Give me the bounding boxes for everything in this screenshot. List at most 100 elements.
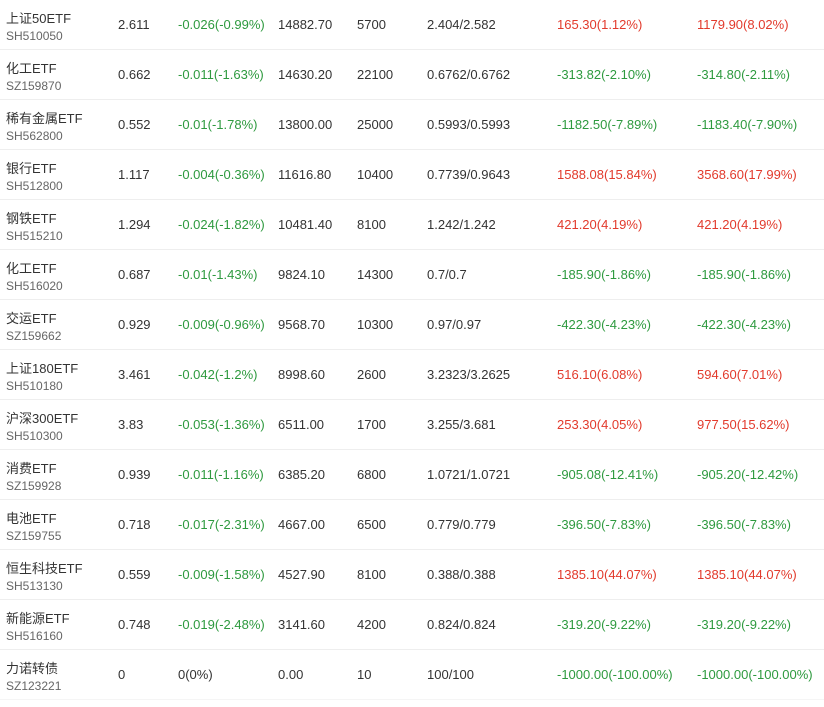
security-cell[interactable]: 钢铁ETF SH515210 — [0, 200, 110, 249]
security-code: SH513130 — [6, 579, 63, 593]
holding-row[interactable]: 银行ETF SH512800 1.117 -0.004(-0.36%) 1161… — [0, 150, 824, 200]
security-cell[interactable]: 沪深300ETF SH510300 — [0, 400, 110, 449]
total-profit-loss: 594.60(7.01%) — [697, 367, 783, 382]
market-value: 10481.40 — [278, 217, 333, 232]
price-change: -0.011(-1.16%) — [178, 467, 264, 482]
cost-price: 1.242/1.242 — [427, 217, 496, 232]
position-quantity: 4200 — [357, 617, 386, 632]
current-price: 0.718 — [118, 517, 151, 532]
total-profit-loss: 977.50(15.62%) — [697, 417, 790, 432]
security-cell[interactable]: 银行ETF SH512800 — [0, 150, 110, 199]
security-cell[interactable]: 新能源ETF SH516160 — [0, 600, 110, 649]
security-cell[interactable]: 化工ETF SZ159870 — [0, 50, 110, 99]
total-profit-loss: -396.50(-7.83%) — [697, 517, 791, 532]
cost-price: 1.0721/1.0721 — [427, 467, 511, 482]
security-name[interactable]: 电池ETF — [6, 508, 57, 527]
holding-row[interactable]: 上证180ETF SH510180 3.461 -0.042(-1.2%) 89… — [0, 350, 824, 400]
security-cell[interactable]: 交运ETF SZ159662 — [0, 300, 110, 349]
holding-row[interactable]: 化工ETF SZ159870 0.662 -0.011(-1.63%) 1463… — [0, 50, 824, 100]
market-value: 14630.20 — [278, 67, 333, 82]
holding-profit-loss: 516.10(6.08%) — [557, 367, 643, 382]
holding-profit-loss: -1182.50(-7.89%) — [557, 117, 658, 132]
holding-row[interactable]: 新能源ETF SH516160 0.748 -0.019(-2.48%) 314… — [0, 600, 824, 650]
total-profit-loss: 3568.60(17.99%) — [697, 167, 797, 182]
holding-row[interactable]: 力诺转债 SZ123221 0 0(0%) 0.00 10 100/100 -1… — [0, 650, 824, 700]
cost-price: 0.5993/0.5993 — [427, 117, 511, 132]
holding-profit-loss: 1385.10(44.07%) — [557, 567, 657, 582]
security-code: SZ159928 — [6, 479, 62, 493]
current-price: 0.662 — [118, 67, 151, 82]
market-value: 13800.00 — [278, 117, 333, 132]
security-code: SZ123221 — [6, 679, 62, 693]
security-name[interactable]: 上证50ETF — [6, 8, 71, 27]
cost-price: 0.6762/0.6762 — [427, 67, 511, 82]
position-quantity: 8100 — [357, 567, 386, 582]
security-code: SH562800 — [6, 129, 63, 143]
position-quantity: 8100 — [357, 217, 386, 232]
current-price: 1.294 — [118, 217, 151, 232]
price-change: -0.009(-0.96%) — [178, 317, 265, 332]
cost-price: 0.779/0.779 — [427, 517, 496, 532]
position-quantity: 6500 — [357, 517, 386, 532]
security-cell[interactable]: 化工ETF SH516020 — [0, 250, 110, 299]
holding-row[interactable]: 化工ETF SH516020 0.687 -0.01(-1.43%) 9824.… — [0, 250, 824, 300]
price-change: -0.01(-1.43%) — [178, 267, 258, 282]
total-profit-loss: 1385.10(44.07%) — [697, 567, 797, 582]
security-name[interactable]: 恒生科技ETF — [6, 558, 83, 577]
security-name[interactable]: 上证180ETF — [6, 358, 78, 377]
price-change: -0.01(-1.78%) — [178, 117, 258, 132]
security-name[interactable]: 力诺转债 — [6, 658, 58, 677]
security-name[interactable]: 新能源ETF — [6, 608, 70, 627]
cost-price: 0.388/0.388 — [427, 567, 496, 582]
market-value: 9824.10 — [278, 267, 325, 282]
holding-row[interactable]: 交运ETF SZ159662 0.929 -0.009(-0.96%) 9568… — [0, 300, 824, 350]
security-name[interactable]: 稀有金属ETF — [6, 108, 83, 127]
current-price: 3.83 — [118, 417, 144, 432]
security-name[interactable]: 交运ETF — [6, 308, 57, 327]
total-profit-loss: -905.20(-12.42%) — [697, 467, 799, 482]
total-profit-loss: -1000.00(-100.00%) — [697, 667, 813, 682]
holding-profit-loss: 253.30(4.05%) — [557, 417, 643, 432]
position-quantity: 22100 — [357, 67, 394, 82]
price-change: -0.026(-0.99%) — [178, 17, 265, 32]
cost-price: 3.2323/3.2625 — [427, 367, 511, 382]
holding-profit-loss: 165.30(1.12%) — [557, 17, 643, 32]
security-cell[interactable]: 电池ETF SZ159755 — [0, 500, 110, 549]
security-name[interactable]: 化工ETF — [6, 258, 57, 277]
price-change: -0.017(-2.31%) — [178, 517, 265, 532]
holding-row[interactable]: 沪深300ETF SH510300 3.83 -0.053(-1.36%) 65… — [0, 400, 824, 450]
holding-row[interactable]: 电池ETF SZ159755 0.718 -0.017(-2.31%) 4667… — [0, 500, 824, 550]
holding-row[interactable]: 消费ETF SZ159928 0.939 -0.011(-1.16%) 6385… — [0, 450, 824, 500]
market-value: 3141.60 — [278, 617, 325, 632]
market-value: 14882.70 — [278, 17, 333, 32]
security-code: SH516020 — [6, 279, 63, 293]
security-cell[interactable]: 恒生科技ETF SH513130 — [0, 550, 110, 599]
cost-price: 0.824/0.824 — [427, 617, 496, 632]
security-cell[interactable]: 上证50ETF SH510050 — [0, 0, 110, 49]
holding-profit-loss: -396.50(-7.83%) — [557, 517, 651, 532]
security-code: SH512800 — [6, 179, 63, 193]
security-name[interactable]: 沪深300ETF — [6, 408, 78, 427]
security-name[interactable]: 钢铁ETF — [6, 208, 57, 227]
total-profit-loss: -185.90(-1.86%) — [697, 267, 791, 282]
market-value: 0.00 — [278, 667, 304, 682]
holding-row[interactable]: 钢铁ETF SH515210 1.294 -0.024(-1.82%) 1048… — [0, 200, 824, 250]
current-price: 3.461 — [118, 367, 151, 382]
position-quantity: 10300 — [357, 317, 394, 332]
cost-price: 100/100 — [427, 667, 474, 682]
price-change: -0.009(-1.58%) — [178, 567, 265, 582]
holding-row[interactable]: 恒生科技ETF SH513130 0.559 -0.009(-1.58%) 45… — [0, 550, 824, 600]
current-price: 0 — [118, 667, 126, 682]
security-name[interactable]: 化工ETF — [6, 58, 57, 77]
total-profit-loss: -422.30(-4.23%) — [697, 317, 791, 332]
security-cell[interactable]: 消费ETF SZ159928 — [0, 450, 110, 499]
security-cell[interactable]: 上证180ETF SH510180 — [0, 350, 110, 399]
holding-row[interactable]: 稀有金属ETF SH562800 0.552 -0.01(-1.78%) 138… — [0, 100, 824, 150]
current-price: 0.939 — [118, 467, 151, 482]
security-name[interactable]: 消费ETF — [6, 458, 57, 477]
security-name[interactable]: 银行ETF — [6, 158, 57, 177]
security-code: SH510180 — [6, 379, 63, 393]
security-cell[interactable]: 稀有金属ETF SH562800 — [0, 100, 110, 149]
holding-row[interactable]: 上证50ETF SH510050 2.611 -0.026(-0.99%) 14… — [0, 0, 824, 50]
security-cell[interactable]: 力诺转债 SZ123221 — [0, 650, 110, 699]
